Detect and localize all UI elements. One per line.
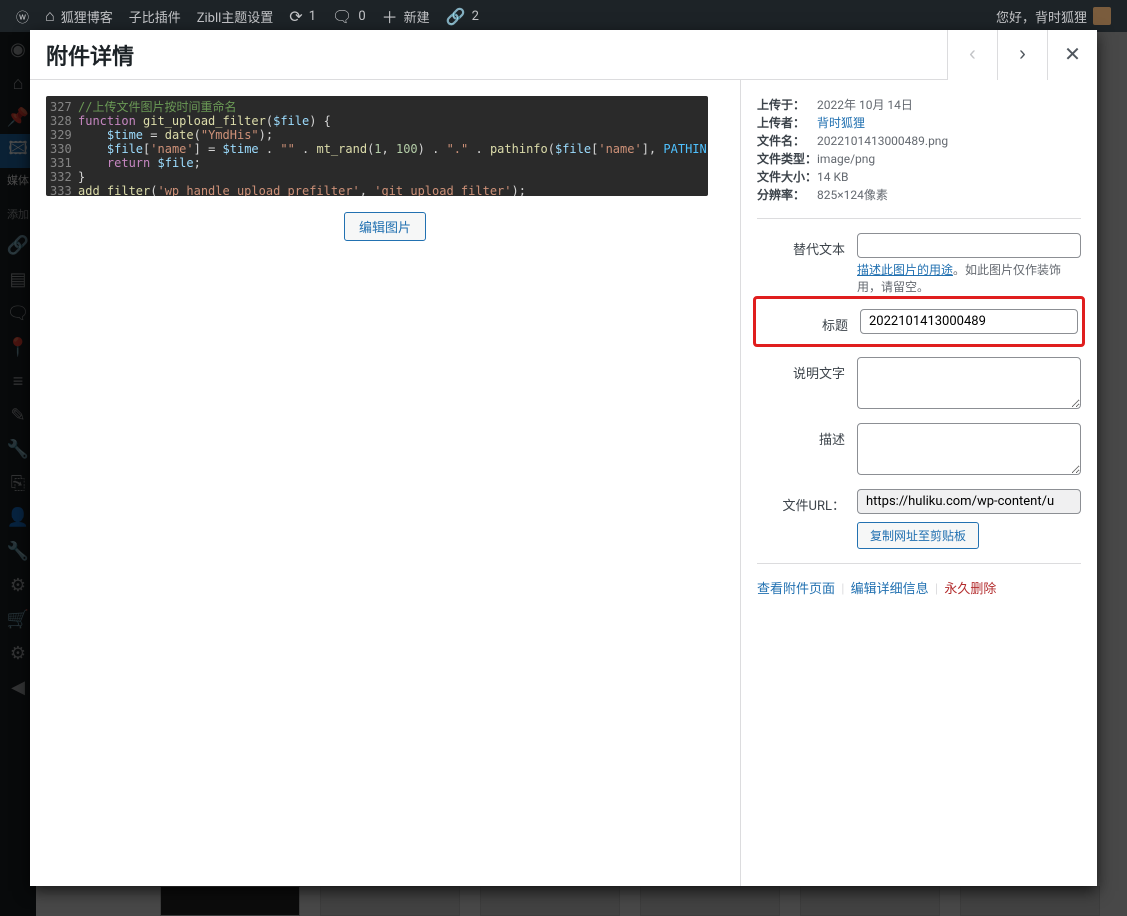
edit-details-link[interactable]: 编辑详细信息: [851, 582, 929, 597]
media-preview: 327//上传文件图片按时间重命名 328function git_upload…: [30, 80, 740, 886]
site-home[interactable]: ⌂ 狐狸博客: [37, 0, 121, 32]
dimensions-value: 825×124像素: [817, 186, 888, 204]
title-label: 标题: [760, 309, 860, 334]
attachment-actions: 查看附件页面 | 编辑详细信息 | 永久删除: [757, 578, 1081, 597]
avatar: [1093, 7, 1111, 25]
uploaded-on-value: 2022年 10月 14日: [817, 96, 913, 114]
close-button[interactable]: ✕: [1047, 30, 1097, 80]
chevron-right-icon: ›: [1019, 43, 1026, 66]
admin-bar: ⓦ ⌂ 狐狸博客 子比插件 Zibll主题设置 ⟳1 🗨0 ＋新建 🔗2 您好，背…: [0, 0, 1127, 32]
attachment-settings: 替代文本 描述此图片的用途。如此图片仅作装饰用，请留空。 标题 说明文字: [757, 233, 1081, 549]
links-count[interactable]: 🔗2: [438, 0, 487, 32]
delete-permanently-link[interactable]: 永久删除: [944, 582, 996, 597]
copy-url-button[interactable]: 复制网址至剪贴板: [857, 522, 979, 549]
modal-nav: ‹ › ✕: [947, 30, 1097, 80]
attachment-details: 上传于：2022年 10月 14日 上传者：背时狐狸 文件名：202210141…: [757, 96, 1081, 204]
comments[interactable]: 🗨0: [324, 0, 374, 32]
alt-help-link[interactable]: 描述此图片的用途: [857, 263, 953, 277]
description-label: 描述: [757, 423, 857, 448]
filename-value: 2022101413000489.png: [817, 132, 948, 150]
close-icon: ✕: [1064, 42, 1081, 67]
home-icon: ⌂: [45, 6, 55, 26]
filetype-label: 文件类型：: [757, 150, 817, 168]
attachment-image: 327//上传文件图片按时间重命名 328function git_upload…: [46, 96, 708, 196]
update-icon: ⟳: [289, 7, 302, 26]
comment-icon: 🗨: [332, 7, 352, 26]
alt-text-help: 描述此图片的用途。如此图片仅作装饰用，请留空。: [857, 262, 1081, 296]
uploaded-by-link[interactable]: 背时狐狸: [817, 114, 865, 132]
filename-label: 文件名：: [757, 132, 817, 150]
file-url-label: 文件URL：: [757, 489, 857, 514]
attachment-details-modal: 附件详情 ‹ › ✕ 327//上传文件图片按时间重命名 328function…: [30, 30, 1097, 886]
site-name: 狐狸博客: [61, 7, 113, 26]
plus-icon: ＋: [382, 4, 398, 28]
title-highlight: 标题: [753, 296, 1085, 347]
caption-label: 说明文字: [757, 357, 857, 382]
prev-button[interactable]: ‹: [947, 30, 997, 80]
file-url-input[interactable]: [857, 489, 1081, 514]
next-button[interactable]: ›: [997, 30, 1047, 80]
modal-header: 附件详情 ‹ › ✕: [30, 30, 1097, 80]
chevron-left-icon: ‹: [969, 43, 976, 66]
alt-text-input[interactable]: [857, 233, 1081, 258]
plugin-zibll[interactable]: Zibll主题设置: [189, 0, 282, 32]
my-account[interactable]: 您好，背时狐狸: [988, 0, 1119, 32]
uploaded-by-label: 上传者：: [757, 114, 817, 132]
view-attachment-link[interactable]: 查看附件页面: [757, 582, 835, 597]
new-content[interactable]: ＋新建: [374, 0, 438, 32]
media-sidebar: 上传于：2022年 10月 14日 上传者：背时狐狸 文件名：202210141…: [740, 80, 1097, 886]
filetype-value: image/png: [817, 150, 875, 168]
filesize-label: 文件大小：: [757, 168, 817, 186]
updates[interactable]: ⟳1: [281, 0, 324, 32]
link-icon: 🔗: [446, 7, 466, 26]
edit-image-button[interactable]: 编辑图片: [344, 212, 426, 241]
title-input[interactable]: [860, 309, 1078, 334]
filesize-value: 14 KB: [817, 168, 848, 186]
dimensions-label: 分辨率：: [757, 186, 817, 204]
caption-input[interactable]: [857, 357, 1081, 409]
description-input[interactable]: [857, 423, 1081, 475]
uploaded-on-label: 上传于：: [757, 96, 817, 114]
plugin-zibi[interactable]: 子比插件: [121, 0, 189, 32]
alt-text-label: 替代文本: [757, 233, 857, 258]
wp-logo[interactable]: ⓦ: [8, 0, 37, 32]
modal-title: 附件详情: [30, 39, 947, 71]
wordpress-icon: ⓦ: [16, 7, 29, 26]
